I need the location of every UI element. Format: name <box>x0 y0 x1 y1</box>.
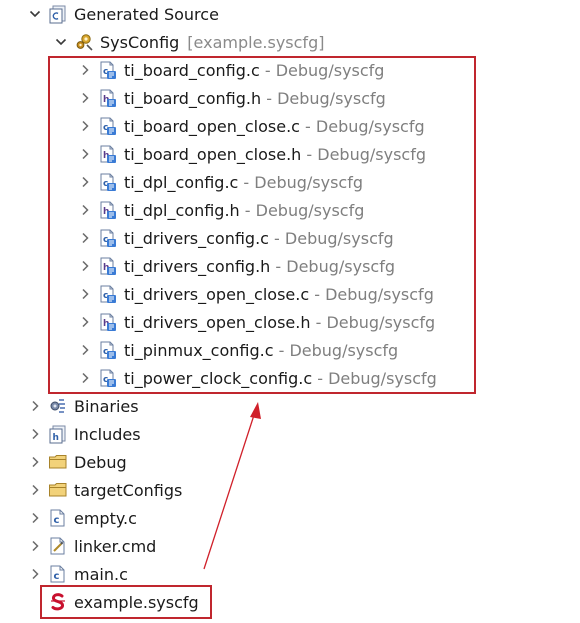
c-file-icon: c <box>48 564 68 584</box>
project-item[interactable]: c main.c <box>28 560 128 588</box>
project-item[interactable]: targetConfigs <box>28 476 182 504</box>
folder-icon <box>48 452 68 472</box>
project-item[interactable]: Binaries <box>28 392 139 420</box>
syscfg-file-highlight-box <box>40 585 212 619</box>
tree-node-generated-source[interactable]: Generated Source <box>28 0 219 28</box>
chevron-right-icon[interactable] <box>28 539 42 553</box>
sysconfig-label: SysConfig <box>100 32 180 52</box>
project-item[interactable]: h Includes <box>28 420 141 448</box>
project-item-label: Includes <box>74 424 141 444</box>
chevron-right-icon[interactable] <box>28 399 42 413</box>
project-item[interactable]: Debug <box>28 448 127 476</box>
chevron-down-icon[interactable] <box>54 35 68 49</box>
sysconfig-gear-icon <box>74 32 94 52</box>
folder-icon <box>48 480 68 500</box>
svg-text:c: c <box>54 515 60 526</box>
binaries-icon <box>48 396 68 416</box>
cmd-file-icon <box>48 536 68 556</box>
generated-source-folder-icon <box>48 4 68 24</box>
generated-files-highlight-box <box>48 56 476 394</box>
svg-text:h: h <box>53 433 59 443</box>
chevron-right-icon[interactable] <box>28 567 42 581</box>
chevron-down-icon[interactable] <box>28 7 42 21</box>
chevron-right-icon[interactable] <box>28 483 42 497</box>
c-file-icon: c <box>48 508 68 528</box>
sysconfig-source-file: [example.syscfg] <box>187 32 325 52</box>
project-item-label: Binaries <box>74 396 139 416</box>
tree-node-sysconfig[interactable]: SysConfig [example.syscfg] <box>54 28 324 56</box>
project-item-label: linker.cmd <box>74 536 157 556</box>
project-item-label: main.c <box>74 564 128 584</box>
chevron-right-icon[interactable] <box>28 427 42 441</box>
project-item-label: empty.c <box>74 508 137 528</box>
project-item[interactable]: c empty.c <box>28 504 137 532</box>
chevron-right-icon[interactable] <box>28 511 42 525</box>
svg-text:c: c <box>54 571 60 582</box>
project-item[interactable]: linker.cmd <box>28 532 156 560</box>
generated-source-label: Generated Source <box>74 4 219 24</box>
project-item-label: targetConfigs <box>74 480 183 500</box>
project-item-label: Debug <box>74 452 127 472</box>
chevron-right-icon[interactable] <box>28 455 42 469</box>
includes-icon: h <box>48 424 68 444</box>
